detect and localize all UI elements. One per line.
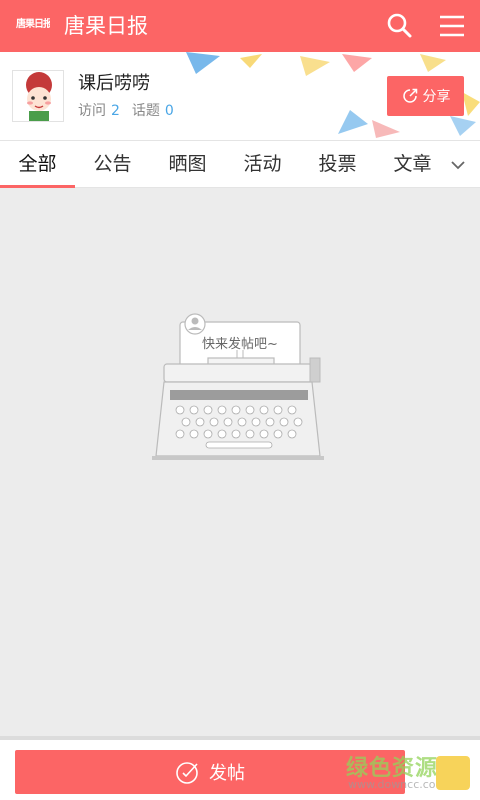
app-title: 唐果日报	[64, 14, 148, 38]
share-button[interactable]: 分享	[387, 76, 464, 116]
search-button[interactable]	[384, 10, 416, 42]
category-tabs: 全部 公告 晒图 活动 投票 文章	[0, 140, 480, 188]
menu-icon	[440, 15, 464, 37]
topics-count: 0	[164, 103, 174, 119]
site-watermark: 绿色资源网 www.downcc.com	[346, 748, 470, 798]
tab-all[interactable]: 全部	[0, 141, 75, 188]
post-list-empty: 快来发帖吧~	[0, 188, 480, 726]
group-stats: 访问 2 话题 0	[78, 101, 186, 121]
chevron-down-icon	[451, 161, 465, 170]
tab-vote[interactable]: 投票	[300, 141, 375, 188]
top-app-bar: 唐果日报 唐果日报	[0, 0, 480, 52]
bottom-action-bar: 发帖 绿色资源网 www.downcc.com	[0, 736, 480, 800]
edit-icon	[176, 762, 198, 784]
tab-articles[interactable]: 文章	[375, 141, 450, 188]
typewriter-icon	[152, 313, 324, 460]
menu-button[interactable]	[436, 10, 468, 42]
group-header: 课后唠唠 访问 2 话题 0 分享	[0, 52, 480, 140]
mascot-icon	[436, 756, 470, 790]
app-logo: 唐果日报	[16, 19, 50, 30]
new-post-label: 发帖	[209, 763, 245, 784]
watermark-url: www.downcc.com	[348, 778, 447, 791]
group-avatar[interactable]	[12, 70, 64, 122]
topics-label: 话题	[131, 103, 160, 119]
tab-events[interactable]: 活动	[225, 141, 300, 188]
share-label: 分享	[422, 89, 451, 105]
tab-announcement[interactable]: 公告	[75, 141, 150, 188]
tabs-expand-button[interactable]	[446, 153, 470, 177]
visits-count: 2	[111, 103, 120, 119]
visits-label: 访问	[78, 103, 106, 119]
tab-photos[interactable]: 晒图	[150, 141, 225, 188]
cartoon-girl-icon	[26, 72, 52, 121]
share-icon	[402, 88, 417, 103]
search-icon	[387, 13, 412, 38]
empty-state-message: 快来发帖吧~	[202, 337, 278, 352]
group-name: 课后唠唠	[78, 73, 150, 94]
